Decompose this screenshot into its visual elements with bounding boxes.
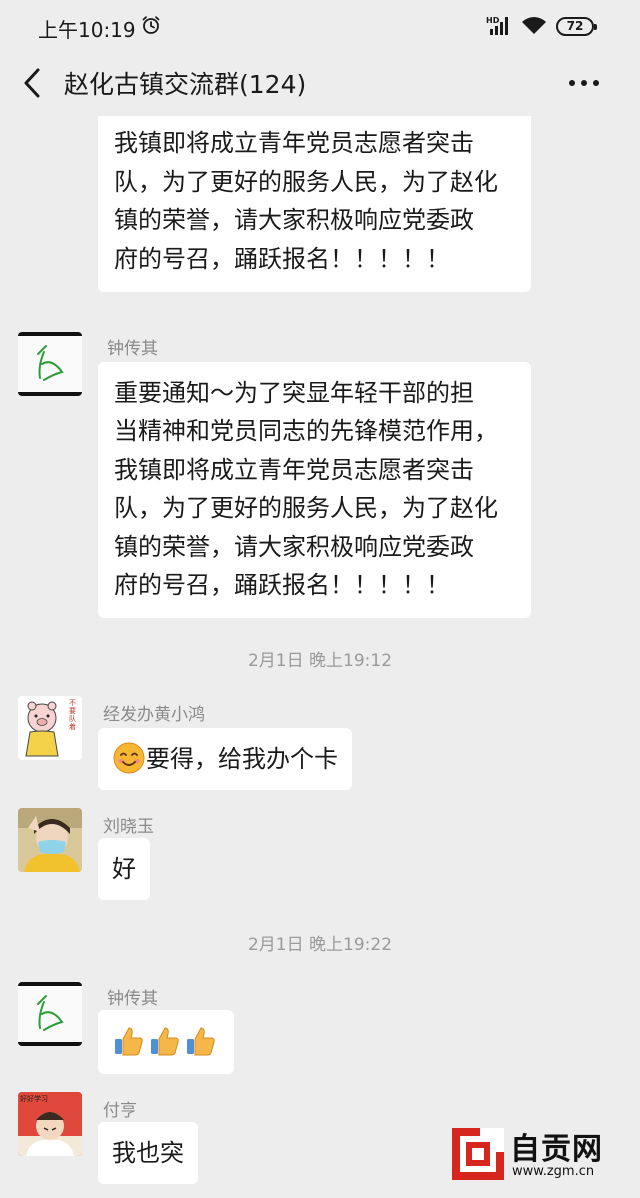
watermark-name: 自贡网 <box>510 1132 603 1167</box>
message-line: 镇的荣誉，请大家积极响应党委政 <box>114 532 474 561</box>
avatar-caption: 好好学习 <box>20 1095 48 1103</box>
hd-signal-icon: HD <box>486 16 508 35</box>
sender-name: 经发办黄小鸿 <box>103 705 205 725</box>
message-bubble[interactable]: 重要通知～为了突显年轻干部的担 当精神和党员同志的先锋模范作用， 我镇即将成立青… <box>98 362 531 619</box>
wifi-icon <box>522 17 546 34</box>
message-line: 府的号召，踊跃报名！！！！！ <box>114 571 450 600</box>
message-bubble[interactable] <box>98 1010 234 1074</box>
battery-level: 72 <box>566 19 584 33</box>
message-text: 要得，给我办个卡 <box>146 745 338 773</box>
chat-title: 赵化古镇交流群(124) <box>64 70 307 99</box>
status-time: 上午10:19 <box>38 18 136 42</box>
thumbs-up-emoji-icon <box>115 1027 143 1056</box>
message-line: 当精神和党员同志的先锋模范作用， <box>114 417 498 446</box>
avatar-caption: 不要队着 <box>69 699 76 731</box>
status-bar: 上午10:19 HD 72 <box>0 0 640 52</box>
more-dots-icon[interactable] <box>566 70 602 96</box>
avatar[interactable] <box>18 808 82 872</box>
avatar[interactable]: 不要队着 <box>18 696 82 760</box>
message-text: 我也突 <box>112 1139 184 1167</box>
avatar[interactable]: 好好学习 <box>18 1092 82 1156</box>
message-bubble[interactable]: 要得，给我办个卡 <box>98 728 352 790</box>
chevron-left-icon[interactable] <box>20 66 46 100</box>
thumbs-up-emoji-icon <box>187 1027 215 1056</box>
sender-name: 钟传其 <box>107 339 158 359</box>
message-bubble[interactable]: 好 <box>98 838 150 900</box>
message-line: 重要通知～为了突显年轻干部的担 <box>114 379 474 407</box>
alarm-icon <box>142 16 160 34</box>
avatar[interactable] <box>18 332 82 396</box>
message-line: 镇的荣誉，请大家积极响应党委政 <box>114 206 474 235</box>
battery-icon: 72 <box>556 17 597 36</box>
message-line: 队，为了更好的服务人民，为了赵化 <box>114 167 498 196</box>
signature-avatar-icon <box>18 982 82 1046</box>
signature-avatar-icon <box>18 332 82 396</box>
smiling-face-emoji-icon <box>113 742 145 774</box>
message-timestamp: 2月1日 晚上19:22 <box>247 935 393 955</box>
thumbs-up-emoji-icon <box>151 1027 179 1056</box>
message-line: 府的号召，踊跃报名！！！！！ <box>114 244 450 273</box>
site-logo-icon <box>452 1128 504 1180</box>
message-line: 我镇即将成立青年党员志愿者突击 <box>114 455 474 484</box>
message-text: 好 <box>112 855 136 883</box>
watermark: 自贡网 www.zgm.cn <box>452 1128 612 1184</box>
chat-header: 赵化古镇交流群(124) <box>0 52 640 116</box>
sender-name: 刘晓玉 <box>103 817 154 837</box>
message-line: 当精神和党员同志的先锋模范作用， <box>114 116 517 124</box>
avatar[interactable] <box>18 982 82 1046</box>
message-bubble[interactable]: 我也突 <box>98 1122 198 1184</box>
message-timestamp: 2月1日 晚上19:12 <box>247 651 393 671</box>
sender-name: 钟传其 <box>107 989 158 1009</box>
watermark-url: www.zgm.cn <box>512 1164 595 1179</box>
message-bubble[interactable]: 当精神和党员同志的先锋模范作用， 我镇即将成立青年党员志愿者突击 队，为了更好的… <box>98 116 531 293</box>
message-line: 我镇即将成立青年党员志愿者突击 <box>114 129 474 158</box>
message-list[interactable]: 当精神和党员同志的先锋模范作用， 我镇即将成立青年党员志愿者突击 队，为了更好的… <box>0 116 640 1198</box>
child-avatar-icon <box>18 808 82 872</box>
message-line: 队，为了更好的服务人民，为了赵化 <box>114 494 498 523</box>
sender-name: 付亨 <box>103 1101 137 1121</box>
svg-text:HD: HD <box>486 16 500 25</box>
